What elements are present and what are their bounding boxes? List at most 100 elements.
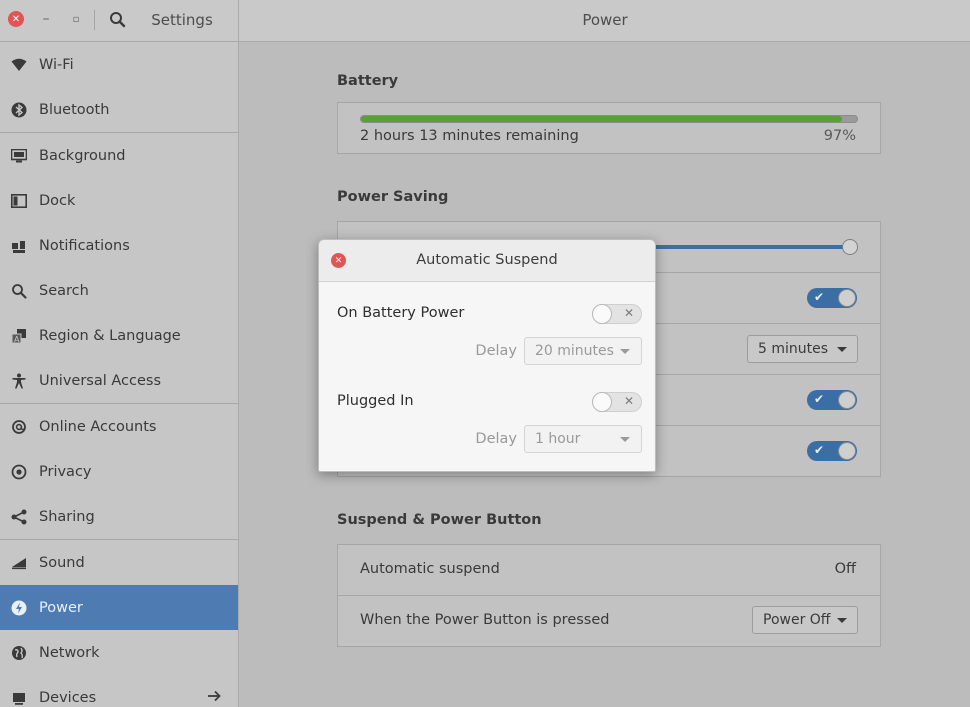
- header-bar: ✕ – ▫ Settings Power: [0, 0, 970, 42]
- sidebar-item-label: Region & Language: [39, 327, 181, 344]
- maximize-icon: ▫: [72, 13, 80, 25]
- checkmark-icon: ✔: [814, 290, 825, 304]
- search-button[interactable]: [108, 10, 128, 30]
- sidebar-item-bluetooth[interactable]: Bluetooth: [0, 87, 238, 132]
- automatic-suspend-label: Automatic suspend: [360, 561, 500, 577]
- maximize-window-button[interactable]: ▫: [68, 11, 84, 27]
- dim-screen-switch[interactable]: ✔: [807, 288, 857, 308]
- battery-power-switch[interactable]: ✕: [592, 304, 642, 324]
- dropdown-caret-icon: [620, 437, 630, 442]
- sidebar-item-label: Universal Access: [39, 372, 162, 389]
- sidebar-item-devices[interactable]: Devices: [0, 675, 238, 707]
- svg-text:A: A: [14, 335, 20, 344]
- cross-icon: ✕: [623, 306, 634, 320]
- wifi-icon: [10, 56, 28, 74]
- bluetooth-switch[interactable]: ✔: [807, 441, 857, 461]
- power-button-dropdown[interactable]: Power Off: [752, 606, 858, 634]
- volume-icon: [10, 554, 28, 572]
- search-icon: [10, 282, 28, 300]
- sidebar-item-search[interactable]: Search: [0, 268, 238, 313]
- automatic-suspend-row[interactable]: Automatic suspend Off: [338, 545, 880, 596]
- sidebar-item-online-accounts[interactable]: Online Accounts: [0, 404, 238, 449]
- power-button-value: Power Off: [763, 612, 831, 628]
- dropdown-caret-icon: [837, 618, 847, 623]
- brightness-slider-knob[interactable]: [842, 239, 858, 255]
- blank-screen-dropdown[interactable]: 5 minutes: [747, 335, 858, 363]
- plugged-delay-dropdown[interactable]: 1 hour: [524, 425, 642, 453]
- battery-delay-label: Delay: [475, 343, 517, 359]
- search-icon: [110, 12, 126, 28]
- dialog-header: ✕ Automatic Suspend: [319, 240, 655, 282]
- sidebar-item-wifi[interactable]: Wi-Fi: [0, 42, 238, 87]
- language-icon: A: [10, 327, 28, 345]
- sidebar-item-label: Search: [39, 282, 89, 299]
- bell-icon: [10, 237, 28, 255]
- checkmark-icon: ✔: [814, 392, 825, 406]
- sidebar-item-label: Sound: [39, 554, 85, 571]
- plugged-delay-label: Delay: [475, 431, 517, 447]
- header-separator: [94, 10, 95, 30]
- wifi-switch[interactable]: ✔: [807, 390, 857, 410]
- power-button-row: When the Power Button is pressed Power O…: [338, 596, 880, 646]
- cross-icon: ✕: [623, 394, 634, 408]
- privacy-icon: [10, 463, 28, 481]
- sidebar-item-notifications[interactable]: Notifications: [0, 223, 238, 268]
- sidebar-item-label: Privacy: [39, 463, 92, 480]
- blank-screen-value: 5 minutes: [758, 341, 829, 357]
- sidebar-item-label: Wi-Fi: [39, 56, 74, 73]
- minimize-icon: –: [42, 11, 50, 27]
- sidebar-item-label: Notifications: [39, 237, 130, 254]
- dropdown-caret-icon: [620, 349, 630, 354]
- share-icon: [10, 508, 28, 526]
- plugged-in-label: Plugged In: [337, 393, 414, 409]
- sidebar-item-power[interactable]: Power: [0, 585, 238, 630]
- sidebar-item-sound[interactable]: Sound: [0, 540, 238, 585]
- battery-level-bar: [360, 115, 858, 123]
- battery-remaining-text: 2 hours 13 minutes remaining: [360, 128, 579, 144]
- sidebar-item-label: Bluetooth: [39, 101, 110, 118]
- dropdown-caret-icon: [837, 347, 847, 352]
- sidebar-item-sharing[interactable]: Sharing: [0, 494, 238, 539]
- power-icon: [10, 599, 28, 617]
- brightness-slider-track[interactable]: [638, 245, 850, 249]
- sidebar-item-label: Power: [39, 599, 83, 616]
- sidebar-item-label: Background: [39, 147, 126, 164]
- suspend-section-title: Suspend & Power Button: [337, 512, 542, 528]
- sidebar-item-label: Devices: [39, 689, 97, 706]
- automatic-suspend-value: Off: [834, 561, 856, 577]
- checkmark-icon: ✔: [814, 443, 825, 457]
- header-left: ✕ – ▫ Settings: [0, 0, 239, 41]
- battery-power-label: On Battery Power: [337, 305, 465, 321]
- sidebar-item-background[interactable]: Background: [0, 133, 238, 178]
- switch-knob: [838, 391, 856, 409]
- sidebar-item-label: Network: [39, 644, 100, 661]
- automatic-suspend-dialog: ✕ Automatic Suspend On Battery Power ✕ D…: [318, 239, 656, 472]
- sidebar: Wi-Fi Bluetooth Background Dock Notifica…: [0, 42, 239, 707]
- close-window-button[interactable]: ✕: [8, 11, 24, 27]
- sidebar-item-region-language[interactable]: A Region & Language: [0, 313, 238, 358]
- battery-delay-dropdown[interactable]: 20 minutes: [524, 337, 642, 365]
- battery-level-fill: [361, 116, 843, 122]
- battery-delay-value: 20 minutes: [535, 343, 614, 359]
- sidebar-item-universal-access[interactable]: Universal Access: [0, 358, 238, 403]
- dock-icon: [10, 192, 28, 210]
- minimize-window-button[interactable]: –: [38, 11, 54, 27]
- switch-knob: [838, 289, 856, 307]
- globe-icon: [10, 644, 28, 662]
- devices-icon: [10, 689, 28, 707]
- plugged-in-switch[interactable]: ✕: [592, 392, 642, 412]
- battery-percent-text: 97%: [823, 128, 856, 144]
- app-title: Settings: [151, 11, 213, 29]
- sidebar-item-label: Sharing: [39, 508, 95, 525]
- switch-knob: [838, 442, 856, 460]
- suspend-frame: Automatic suspend Off When the Power But…: [337, 544, 881, 647]
- sidebar-item-network[interactable]: Network: [0, 630, 238, 675]
- switch-knob: [592, 392, 612, 412]
- sidebar-item-dock[interactable]: Dock: [0, 178, 238, 223]
- accessibility-icon: [10, 372, 28, 390]
- page-title: Power: [582, 11, 628, 29]
- sidebar-item-privacy[interactable]: Privacy: [0, 449, 238, 494]
- power-button-label: When the Power Button is pressed: [360, 612, 610, 628]
- monitor-icon: [10, 147, 28, 165]
- at-icon: [10, 418, 28, 436]
